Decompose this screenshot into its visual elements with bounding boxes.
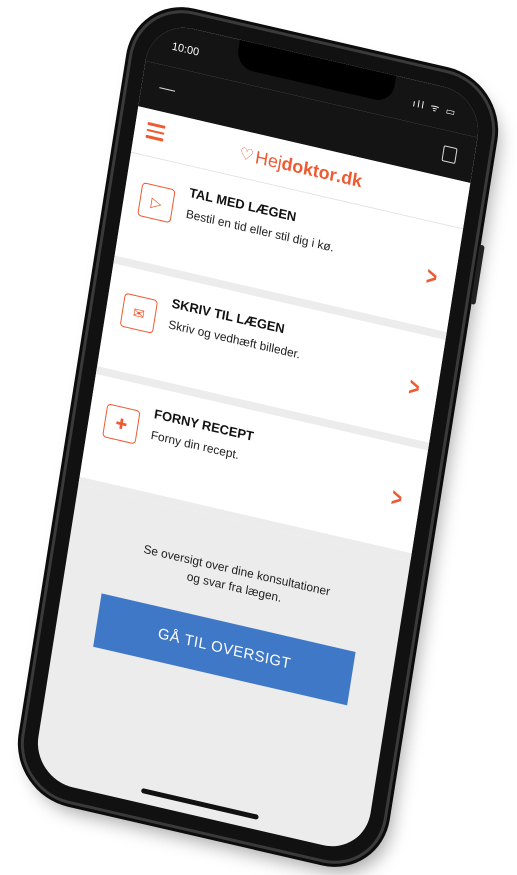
prescription-icon: ✚ <box>102 403 141 445</box>
bag-icon[interactable] <box>441 145 458 165</box>
side-button <box>470 244 485 305</box>
phone-screen: 10:00 ıll ᯤ ▭ — ♡ Hej doktor .dk ▷ TAL M… <box>31 19 485 855</box>
hamburger-menu-icon[interactable] <box>145 121 166 145</box>
video-icon: ▷ <box>137 182 176 224</box>
chevron-right-icon[interactable]: > <box>424 260 439 293</box>
home-indicator[interactable] <box>140 787 259 820</box>
status-icons: ıll ᯤ ▭ <box>411 98 458 120</box>
menu-icon[interactable]: — <box>158 79 176 99</box>
phone-body: 10:00 ıll ᯤ ▭ — ♡ Hej doktor .dk ▷ TAL M… <box>16 2 500 872</box>
heart-icon: ♡ <box>238 145 255 166</box>
chevron-right-icon[interactable]: > <box>406 371 422 404</box>
logo-prefix: Hej <box>253 146 284 173</box>
logo-suffix: .dk <box>335 165 364 191</box>
mail-icon: ✉ <box>119 292 159 334</box>
chevron-right-icon[interactable]: > <box>389 482 404 515</box>
logo-bold: doktor <box>280 152 339 186</box>
status-time: 10:00 <box>171 40 200 59</box>
